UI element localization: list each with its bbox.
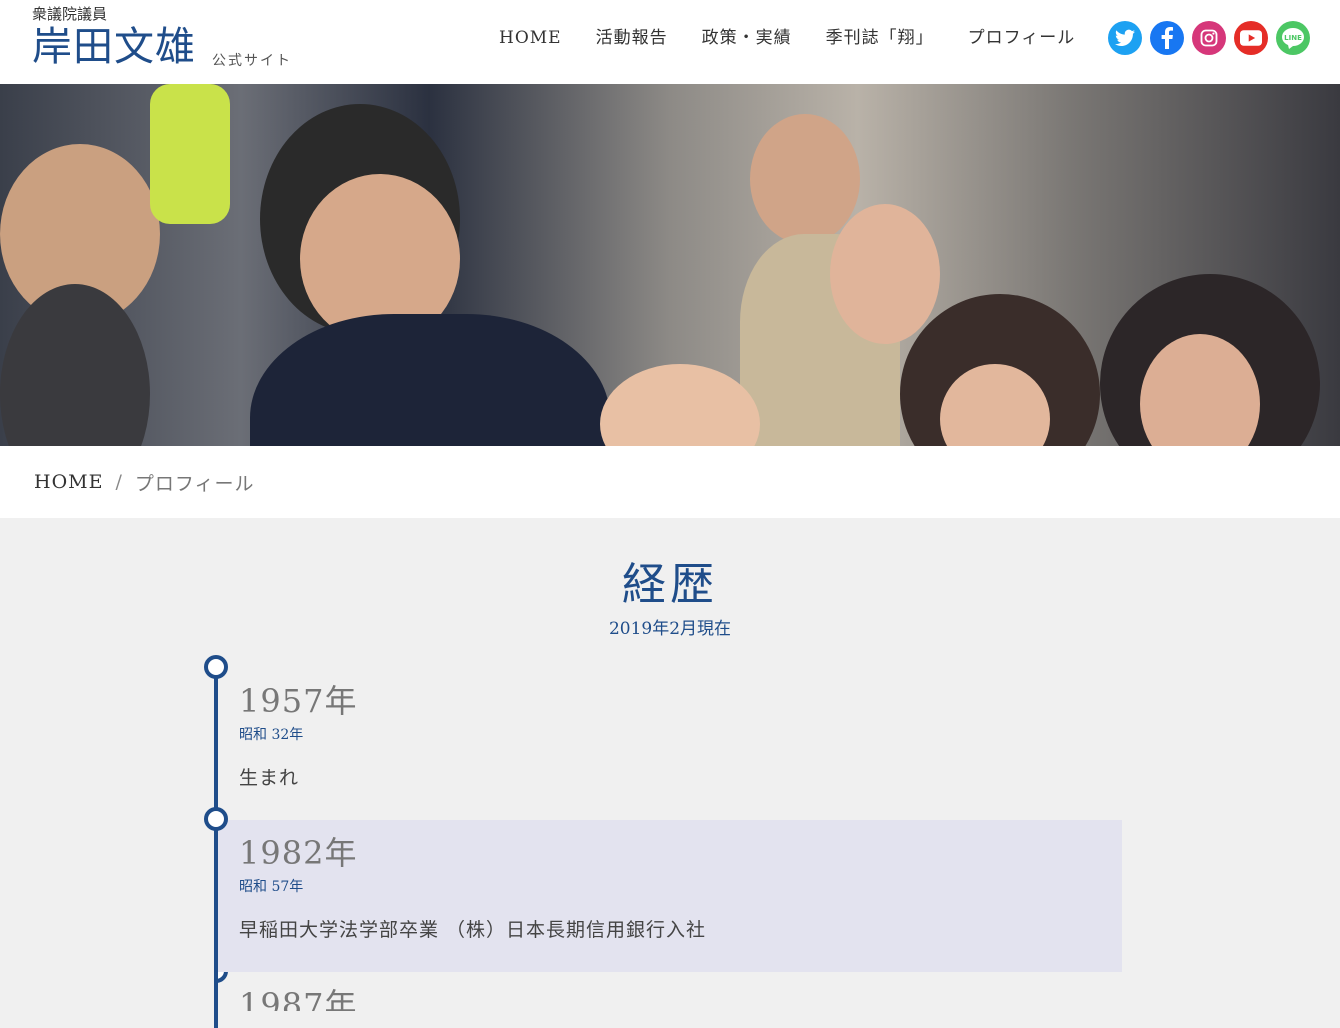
nav-home[interactable]: HOME [482,24,579,54]
facebook-icon[interactable] [1150,21,1184,55]
nav-activity-report[interactable]: 活動報告 [579,24,685,54]
nav-magazine[interactable]: 季刊誌「翔」 [809,24,951,54]
breadcrumb-current: プロフィール [134,472,255,495]
timeline-era: 昭和 32年 [239,727,304,743]
brand-kicker: 衆議院議員 [32,5,108,23]
nav-policy[interactable]: 政策・実績 [685,24,809,54]
breadcrumb-home-link[interactable]: HOME [34,471,103,493]
timeline-desc: 生まれ [239,767,300,789]
timeline-year: 1957年 [239,682,358,720]
timeline-item: 1957年 昭和 32年 生まれ [204,655,1122,820]
hero-photo [0,84,1340,446]
line-icon-text: LINE [1284,34,1302,42]
timeline-year: 1982年 [239,834,358,872]
timeline-dot [218,972,228,983]
twitter-icon[interactable] [1108,21,1142,55]
site-logo-name[interactable]: 岸田文雄 [32,24,196,70]
timeline-era: 昭和 57年 [239,879,304,895]
timeline-desc: 早稲田大学法学部卒業 （株）日本長期信用銀行入社 [239,919,707,941]
timeline-item: 1982年 昭和 57年 早稲田大学法学部卒業 （株）日本長期信用銀行入社 [204,807,1122,972]
history-section: 経歴 2019年2月現在 1957年 昭和 32年 生まれ 1982年 昭和 5… [0,518,1340,1028]
line-icon[interactable]: LINE [1276,21,1310,55]
nav-profile[interactable]: プロフィール [951,24,1093,54]
brand-subtitle: 公式サイト [212,53,292,69]
section-as-of: 2019年2月現在 [608,619,732,639]
timeline-dot [204,655,228,679]
social-links: LINE [1108,21,1310,55]
timeline-item: 1987年 [218,972,1122,1011]
site-header: 衆議院議員 岸田文雄 公式サイト HOME 活動報告 政策・実績 季刊誌「翔」 … [0,0,1340,84]
breadcrumb-separator: / [115,471,123,493]
instagram-icon[interactable] [1192,21,1226,55]
timeline-year: 1987年 [239,986,358,1011]
section-title: 経歴 [622,559,718,610]
main-nav: HOME 活動報告 政策・実績 季刊誌「翔」 プロフィール [482,24,1092,54]
youtube-icon[interactable] [1234,21,1268,55]
timeline-dot [204,807,228,831]
breadcrumb: HOME / プロフィール [0,446,1340,518]
